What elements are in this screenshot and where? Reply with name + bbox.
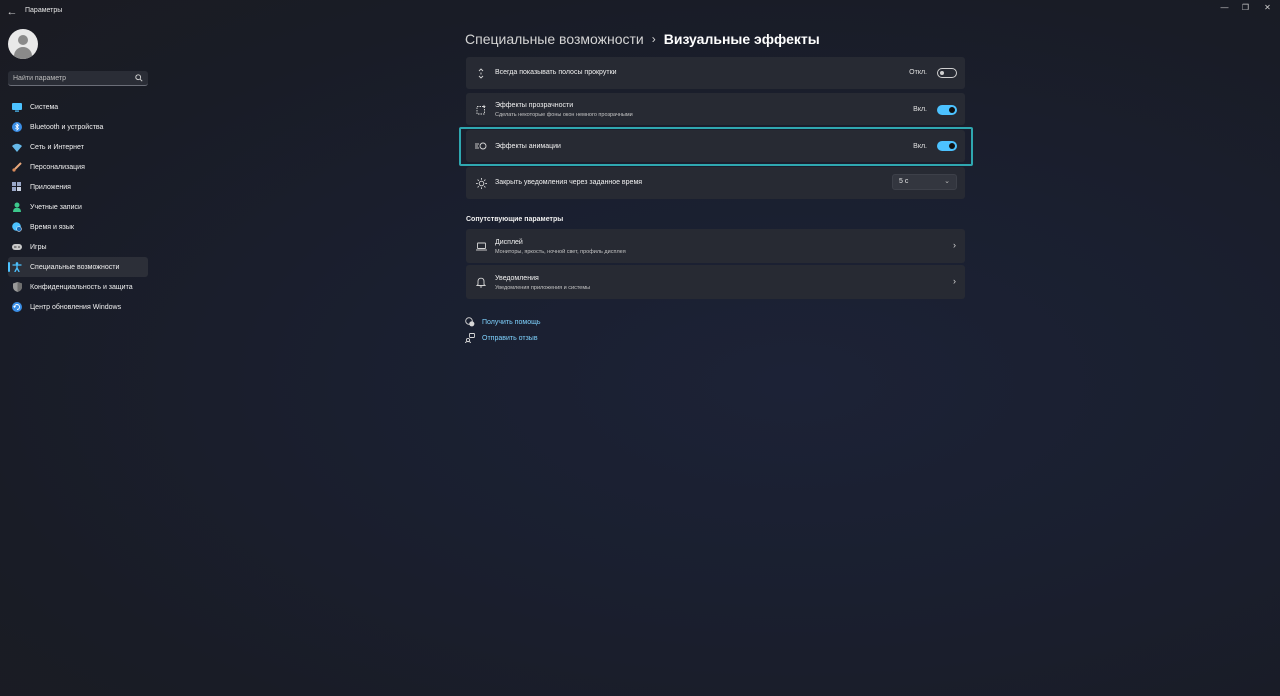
app-title: Параметры <box>25 7 63 14</box>
transparency-icon <box>475 103 487 115</box>
sidebar-item-label: Система <box>30 103 59 111</box>
update-icon <box>12 302 22 312</box>
related-title: Уведомления <box>495 275 539 282</box>
scrollbars-toggle[interactable] <box>937 68 957 78</box>
help-link-label[interactable]: Получить помощь <box>482 319 541 326</box>
sidebar-item-windows-update[interactable]: Центр обновления Windows <box>8 297 148 317</box>
scrollbar-arrows-icon <box>475 67 487 79</box>
search-input[interactable] <box>13 71 131 85</box>
sidebar-item-network[interactable]: Сеть и Интернет <box>8 137 148 157</box>
brush-icon <box>12 162 22 172</box>
wifi-icon <box>12 142 22 152</box>
setting-title: Закрыть уведомления через заданное время <box>495 179 643 186</box>
chevron-right-icon: › <box>953 276 956 286</box>
globe-clock-icon <box>12 222 22 232</box>
breadcrumb: Специальные возможности › Визуальные эфф… <box>465 29 820 49</box>
close-icon[interactable]: ✕ <box>1255 0 1280 16</box>
shield-icon <box>12 282 22 292</box>
timeout-dropdown[interactable]: 5 с ⌄ <box>892 174 957 190</box>
setting-title: Эффекты прозрачности <box>495 102 574 109</box>
help-chat-icon <box>465 317 475 327</box>
bluetooth-icon <box>12 122 22 132</box>
help-link[interactable]: Получить помощь <box>465 316 541 328</box>
highlight-box <box>459 127 973 166</box>
breadcrumb-parent[interactable]: Специальные возможности <box>465 31 644 47</box>
setting-subtitle: Сделать некоторые фоны окон немного проз… <box>495 112 633 118</box>
apps-icon <box>12 182 22 192</box>
feedback-link[interactable]: Отправить отзыв <box>465 332 538 344</box>
gamepad-icon <box>12 242 22 252</box>
sidebar-nav: Система Bluetooth и устройства Сеть и Ин… <box>8 97 148 317</box>
accessibility-icon <box>12 262 22 272</box>
sidebar-item-accessibility[interactable]: Специальные возможности <box>8 257 148 277</box>
related-notifications[interactable]: Уведомления Уведомления приложения и сис… <box>466 265 965 299</box>
back-arrow-icon[interactable]: ← <box>4 4 20 20</box>
sidebar-item-gaming[interactable]: Игры <box>8 237 148 257</box>
bell-icon <box>475 276 487 288</box>
avatar[interactable] <box>8 29 38 59</box>
sun-icon <box>475 177 487 189</box>
search-box[interactable] <box>8 71 148 86</box>
section-title-related: Сопутствующие параметры <box>466 216 564 223</box>
sidebar-item-privacy[interactable]: Конфиденциальность и защита <box>8 277 148 297</box>
sidebar-item-label: Учетные записи <box>30 203 82 211</box>
transparency-toggle[interactable] <box>937 105 957 115</box>
sidebar-item-accounts[interactable]: Учетные записи <box>8 197 148 217</box>
laptop-icon <box>475 240 487 252</box>
related-subtitle: Мониторы, яркость, ночной свет, профиль … <box>495 249 626 255</box>
sidebar-item-system[interactable]: Система <box>8 97 148 117</box>
setting-transparency[interactable]: Эффекты прозрачности Сделать некоторые ф… <box>466 93 965 125</box>
sidebar-item-label: Специальные возможности <box>30 263 120 271</box>
chevron-right-icon: › <box>953 240 956 250</box>
related-title: Дисплей <box>495 239 523 246</box>
sidebar-item-label: Приложения <box>30 183 71 191</box>
sidebar-item-time-language[interactable]: Время и язык <box>8 217 148 237</box>
dropdown-value: 5 с <box>899 178 909 185</box>
related-subtitle: Уведомления приложения и системы <box>495 285 591 291</box>
setting-title: Всегда показывать полосы прокрутки <box>495 69 617 76</box>
sidebar-item-label: Персонализация <box>30 163 85 171</box>
search-icon[interactable] <box>135 74 143 82</box>
feedback-link-label[interactable]: Отправить отзыв <box>482 335 538 342</box>
toggle-state-label: Вкл. <box>913 106 927 113</box>
sidebar-item-label: Bluetooth и устройства <box>30 123 104 131</box>
setting-notification-timeout[interactable]: Закрыть уведомления через заданное время… <box>466 167 965 199</box>
sidebar-item-label: Центр обновления Windows <box>30 303 122 311</box>
toggle-state-label: Откл. <box>909 69 927 76</box>
person-icon <box>12 202 22 212</box>
page-title: Визуальные эффекты <box>663 31 820 47</box>
sidebar-item-label: Конфиденциальность и защита <box>30 283 133 291</box>
sidebar-item-label: Время и язык <box>30 223 74 231</box>
chevron-right-icon: › <box>651 32 656 46</box>
feedback-icon <box>465 333 475 343</box>
chevron-down-icon: ⌄ <box>944 178 950 185</box>
sidebar-item-label: Сеть и Интернет <box>30 143 84 151</box>
sidebar-item-personalization[interactable]: Персонализация <box>8 157 148 177</box>
title-bar: ← Параметры — ❐ ✕ <box>0 0 1280 24</box>
sidebar-item-label: Игры <box>30 243 47 251</box>
sidebar-item-apps[interactable]: Приложения <box>8 177 148 197</box>
monitor-icon <box>12 102 22 112</box>
related-display[interactable]: Дисплей Мониторы, яркость, ночной свет, … <box>466 229 965 263</box>
setting-scrollbars[interactable]: Всегда показывать полосы прокрутки Откл. <box>466 57 965 89</box>
sidebar-item-bluetooth[interactable]: Bluetooth и устройства <box>8 117 148 137</box>
